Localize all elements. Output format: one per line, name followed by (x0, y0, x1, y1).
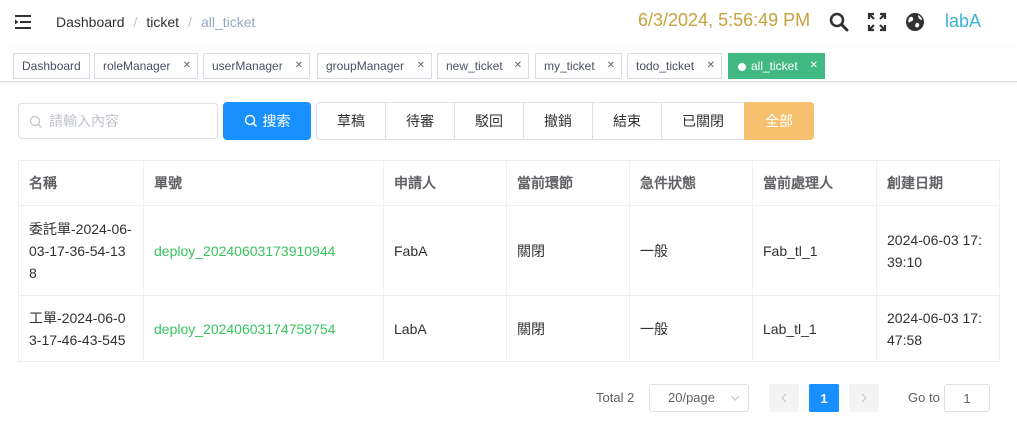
cell-urgency: 一般 (629, 205, 753, 296)
cell-date-text: 2024-06-03 17:47:58 (887, 309, 982, 348)
tag-label: groupManager (326, 59, 405, 73)
status-pending-button[interactable]: 待審 (385, 102, 455, 140)
status-closed-button[interactable]: 已關閉 (661, 102, 745, 140)
tag-label: new_ticket (446, 59, 503, 73)
tag-label: roleManager (103, 59, 171, 73)
pagination-total: Total 2 (596, 390, 635, 405)
column-header-applicant[interactable]: 申請人 (383, 160, 507, 206)
tag-all-ticket[interactable]: all_ticket ✕ (728, 53, 825, 79)
cell-created-date: 2024-06-03 17:39:10 (876, 205, 1000, 296)
column-header-name[interactable]: 名稱 (18, 160, 144, 206)
column-header-current-stage[interactable]: 當前環節 (506, 160, 630, 206)
breadcrumb-separator: / (188, 14, 192, 30)
current-datetime: 6/3/2024, 5:56:49 PM (638, 10, 811, 30)
chevron-left-icon (781, 393, 787, 403)
tag-label: my_ticket (544, 59, 595, 73)
cell-current-stage: 關閉 (506, 295, 630, 362)
cell-name-text: 工單-2024-06-03-17-46-43-545 (29, 309, 126, 348)
tag-group-manager[interactable]: groupManager ✕ (317, 53, 432, 79)
cell-created-date: 2024-06-03 17:47:58 (876, 295, 1000, 362)
cell-current-handler: Fab_tl_1 (752, 205, 877, 296)
table-row: 委託單-2024-06-03-17-36-54-138 deploy_20240… (18, 205, 1000, 296)
fullscreen-icon[interactable] (866, 11, 888, 33)
status-rejected-button[interactable]: 駁回 (454, 102, 524, 140)
goto-label: Go to (908, 390, 940, 405)
ticket-table: 名稱 單號 申請人 當前環節 急件狀態 當前處理人 創建日期 委託單-2024-… (18, 160, 1000, 362)
tag-new-ticket[interactable]: new_ticket ✕ (437, 53, 529, 79)
cell-name-text: 委託單-2024-06-03-17-36-54-138 (29, 220, 132, 281)
active-dot-icon (738, 63, 746, 71)
tag-todo-ticket[interactable]: todo_ticket ✕ (627, 53, 722, 79)
column-header-created-date[interactable]: 創建日期 (876, 160, 1000, 206)
tag-label: all_ticket (751, 59, 798, 73)
breadcrumb: Dashboard / ticket / all_ticket (56, 14, 255, 30)
status-all-button[interactable]: 全部 (744, 102, 814, 140)
cell-name: 工單-2024-06-03-17-46-43-545 (18, 295, 144, 362)
tag-label: Dashboard (22, 59, 81, 73)
tag-label: todo_ticket (636, 59, 695, 73)
close-icon[interactable]: ✕ (295, 54, 303, 78)
hamburger-menu-icon[interactable] (14, 12, 34, 32)
column-header-current-handler[interactable]: 當前處理人 (752, 160, 877, 206)
search-button[interactable]: 搜索 (223, 102, 311, 140)
status-revoked-button[interactable]: 撤銷 (523, 102, 593, 140)
cell-date-text: 2024-06-03 17:39:10 (887, 231, 982, 270)
status-draft-button[interactable]: 草稿 (316, 102, 386, 140)
table-row: 工單-2024-06-03-17-46-43-545 deploy_202406… (18, 295, 1000, 362)
table-header-row: 名稱 單號 申請人 當前環節 急件狀態 當前處理人 創建日期 (18, 160, 1000, 206)
tag-my-ticket[interactable]: my_ticket ✕ (535, 53, 622, 79)
close-icon[interactable]: ✕ (810, 54, 818, 78)
page-number-button[interactable]: 1 (809, 384, 839, 412)
search-input-wrapper[interactable] (18, 103, 218, 139)
page-size-select[interactable]: 20/page (649, 384, 749, 412)
user-name[interactable]: labA (945, 11, 981, 32)
cell-current-stage: 關閉 (506, 205, 630, 296)
tag-dashboard[interactable]: Dashboard (13, 53, 90, 79)
breadcrumb-ticket[interactable]: ticket (146, 14, 179, 30)
column-header-number[interactable]: 單號 (143, 160, 384, 206)
close-icon[interactable]: ✕ (707, 54, 715, 78)
tag-role-manager[interactable]: roleManager ✕ (94, 53, 198, 79)
cell-ticket-number-link[interactable]: deploy_20240603174758754 (143, 295, 384, 362)
close-icon[interactable]: ✕ (417, 54, 425, 78)
chevron-right-icon (861, 393, 867, 403)
globe-language-icon[interactable] (904, 11, 926, 33)
prev-page-button[interactable] (769, 384, 799, 412)
page-size-value: 20/page (668, 390, 715, 405)
close-icon[interactable]: ✕ (183, 54, 191, 78)
search-button-label: 搜索 (262, 113, 291, 129)
navbar: Dashboard / ticket / all_ticket 6/3/2024… (0, 0, 1017, 44)
search-icon (29, 115, 42, 128)
goto-page-input[interactable] (944, 384, 990, 412)
chevron-down-icon (730, 395, 740, 401)
tag-label: userManager (212, 59, 283, 73)
cell-name: 委託單-2024-06-03-17-36-54-138 (18, 205, 144, 296)
tag-user-manager[interactable]: userManager ✕ (203, 53, 310, 79)
close-icon[interactable]: ✕ (514, 54, 522, 78)
next-page-button[interactable] (849, 384, 879, 412)
breadcrumb-all-ticket: all_ticket (200, 14, 256, 30)
status-finished-button[interactable]: 結束 (592, 102, 662, 140)
close-icon[interactable]: ✕ (607, 54, 615, 78)
breadcrumb-separator: / (133, 14, 138, 30)
cell-applicant: LabA (383, 295, 507, 362)
search-input[interactable] (49, 104, 214, 138)
column-header-urgency[interactable]: 急件狀態 (629, 160, 753, 206)
search-icon (244, 114, 257, 127)
cell-applicant: FabA (383, 205, 507, 296)
tags-view: Dashboard roleManager ✕ userManager ✕ gr… (0, 48, 1017, 82)
cell-ticket-number-link[interactable]: deploy_20240603173910944 (143, 205, 384, 296)
search-icon[interactable] (828, 11, 850, 33)
cell-current-handler: Lab_tl_1 (752, 295, 877, 362)
breadcrumb-dashboard[interactable]: Dashboard (56, 14, 125, 30)
cell-urgency: 一般 (629, 295, 753, 362)
